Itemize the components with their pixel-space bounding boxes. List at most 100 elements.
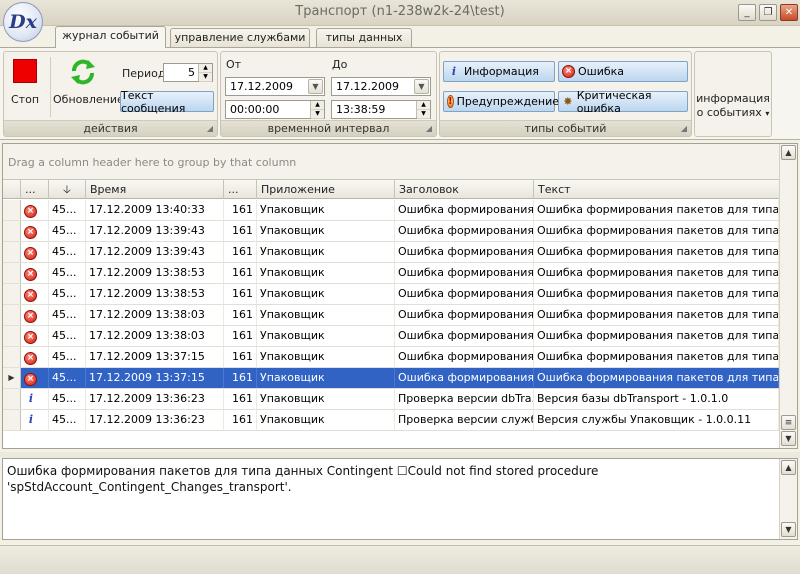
error-filter-label: Ошибка [578,65,625,78]
table-row[interactable]: × 45... 17.12.2009 13:39:43 161 Упаковщик Оши… [3,221,779,242]
cell-title: Проверка версии службы [395,410,534,430]
cell-num: 161 [224,284,257,304]
actions-group-label: действия ◢ [4,120,217,136]
scroll-down-icon[interactable]: ▼ [781,522,796,537]
from-label: От [226,58,242,71]
cell-num: 161 [224,221,257,241]
event-info-line2-text: о событиях [696,106,762,119]
spin-up-icon[interactable]: ▲ [417,101,430,110]
column-header-application[interactable]: Приложение [257,180,395,199]
period-spinner[interactable]: 5 ▲ ▼ [163,63,213,82]
menu-icon[interactable]: ≡ [781,415,796,430]
cell-title: Ошибка формирования ... [395,263,534,283]
group-by-panel[interactable]: Drag a column header here to group by th… [3,144,779,179]
cell-time: 17.12.2009 13:39:43 [86,221,224,241]
stop-label[interactable]: Стоп [11,93,39,106]
minimize-button[interactable]: _ [738,4,756,21]
row-indicator[interactable] [3,200,21,220]
to-time-spinner[interactable]: 13:38:59 ▲ ▼ [331,100,431,119]
chevron-down-icon: ▾ [765,109,770,118]
spin-down-icon[interactable]: ▼ [417,110,430,119]
table-row[interactable]: × 45... 17.12.2009 13:38:53 161 Упаковщик Оши… [3,284,779,305]
chevron-down-icon[interactable]: ▼ [414,79,429,94]
table-row[interactable]: × 45... 17.12.2009 13:38:53 161 Упаковщик Оши… [3,263,779,284]
cell-time: 17.12.2009 13:38:03 [86,326,224,346]
critical-error-icon: ✸ [563,95,573,108]
cell-id: 45... [49,368,86,388]
error-icon: × [24,352,37,365]
scroll-up-icon[interactable]: ▲ [781,460,796,475]
scroll-down-icon[interactable]: ▼ [781,431,796,446]
table-row[interactable]: i 45... 17.12.2009 13:36:23 161 Упаковщик Про… [3,410,779,431]
row-indicator[interactable]: ▶ [3,368,21,388]
table-row[interactable]: × 45... 17.12.2009 13:39:43 161 Упаковщик Оши… [3,242,779,263]
close-button[interactable]: ✕ [780,4,798,21]
column-header-id[interactable]: 🡣 [49,180,86,199]
tab-data-types[interactable]: типы данных [316,28,412,47]
table-row[interactable]: i 45... 17.12.2009 13:36:23 161 Упаковщик Про… [3,389,779,410]
row-icon-cell: × [21,242,49,262]
message-text-button[interactable]: Текст сообщения [120,89,214,115]
to-date-combo[interactable]: 17.12.2009 ▼ [331,77,431,96]
refresh-label[interactable]: Обновление [53,93,124,106]
column-header-text[interactable]: Текст [534,180,779,199]
dialog-launcher-icon[interactable]: ◢ [426,121,432,136]
row-indicator[interactable] [3,242,21,262]
cell-title: Ошибка формирования ... [395,326,534,346]
row-indicator[interactable] [3,284,21,304]
error-icon: × [24,268,37,281]
restore-button[interactable]: ❐ [759,4,777,21]
error-icon: × [24,205,37,218]
stop-icon[interactable] [13,59,37,83]
info-icon: i [451,65,457,78]
tab-service-management[interactable]: управление службами [170,28,310,47]
row-indicator[interactable] [3,326,21,346]
event-detail-text[interactable]: Ошибка формирования пакетов для типа дан… [7,463,767,495]
table-row[interactable]: ▶ × 45... 17.12.2009 13:37:15 161 Упаковщик Ош… [3,368,779,389]
cell-application: Упаковщик [257,326,395,346]
scroll-up-icon[interactable]: ▲ [781,145,796,160]
column-header-num[interactable]: ... [224,180,257,199]
row-indicator[interactable] [3,389,21,409]
table-row[interactable]: × 45... 17.12.2009 13:37:15 161 Упаковщик Оши… [3,347,779,368]
detail-scrollbar[interactable]: ▲ ▼ [779,459,797,539]
spin-down-icon[interactable]: ▼ [311,110,324,119]
cell-text: Версия службы Упаковщик - 1.0.0.11 [534,410,779,430]
window-title: Транспорт (n1-238w2k-24\test) [295,4,505,19]
event-info-line1: информация [696,92,770,105]
event-types-group: i Информация × Ошибка ! Предупреждение ✸ Кри… [439,51,692,137]
cell-num: 161 [224,389,257,409]
table-row[interactable]: × 45... 17.12.2009 13:38:03 161 Упаковщик Оши… [3,305,779,326]
warning-filter-button[interactable]: ! Предупреждение [443,91,559,112]
refresh-icon[interactable] [68,57,98,87]
column-header-time[interactable]: Время [86,180,224,199]
cell-title: Ошибка формирования ... [395,368,534,388]
critical-filter-button[interactable]: ✸ Критическая ошибка [558,89,688,115]
dialog-launcher-icon[interactable]: ◢ [681,121,687,136]
from-date-value: 17.12.2009 [230,80,293,93]
cell-application: Упаковщик [257,221,395,241]
info-filter-button[interactable]: i Информация [443,61,555,82]
from-time-spinner[interactable]: 00:00:00 ▲ ▼ [225,100,325,119]
row-indicator[interactable] [3,305,21,325]
table-row[interactable]: × 45... 17.12.2009 13:38:03 161 Упаковщик Оши… [3,326,779,347]
spin-up-icon[interactable]: ▲ [199,64,212,73]
event-info-button[interactable]: информация о событиях ▾ [694,51,772,137]
tab-event-log[interactable]: журнал событий [55,26,166,48]
chevron-down-icon[interactable]: ▼ [308,79,323,94]
row-indicator[interactable] [3,410,21,430]
table-row[interactable]: × 45... 17.12.2009 13:40:33 161 Упаковщик Оши… [3,200,779,221]
cell-application: Упаковщик [257,410,395,430]
from-date-combo[interactable]: 17.12.2009 ▼ [225,77,325,96]
column-header-icon[interactable]: ... [21,180,49,199]
row-indicator[interactable] [3,263,21,283]
grid-scrollbar[interactable]: ▲ ≡ ▼ [779,144,797,448]
dialog-launcher-icon[interactable]: ◢ [207,121,213,136]
spin-up-icon[interactable]: ▲ [311,101,324,110]
row-indicator[interactable] [3,221,21,241]
spin-down-icon[interactable]: ▼ [199,73,212,82]
column-header-title[interactable]: Заголовок [395,180,534,199]
row-indicator[interactable] [3,347,21,367]
error-filter-button[interactable]: × Ошибка [558,61,688,82]
row-icon-cell: i [21,389,49,409]
